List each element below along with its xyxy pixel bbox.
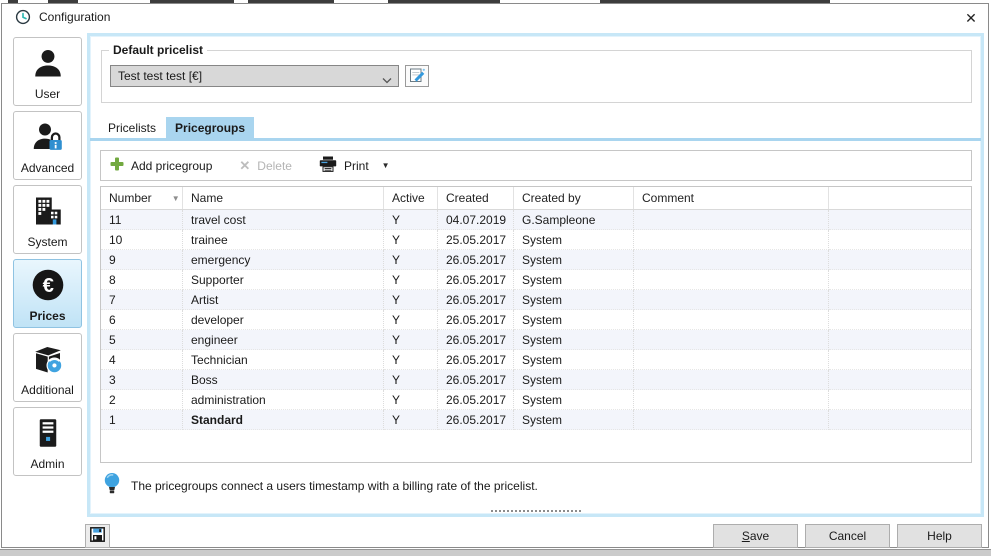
delete-label: Delete bbox=[257, 159, 292, 173]
resize-grip[interactable] bbox=[491, 510, 581, 512]
edit-pricelist-button[interactable] bbox=[405, 65, 429, 87]
box-cd-icon bbox=[14, 334, 81, 383]
background-window-artifact bbox=[0, 549, 991, 556]
table-body: 11 travel cost Y 04.07.2019 G.Sampleone … bbox=[101, 210, 971, 430]
configuration-dialog: Configuration ✕ User bbox=[1, 3, 989, 548]
sidebar-item-additional[interactable]: Additional bbox=[13, 333, 82, 402]
printer-icon bbox=[319, 156, 337, 175]
sidebar-item-label: User bbox=[35, 87, 60, 101]
plus-icon bbox=[110, 157, 124, 174]
euro-icon: € bbox=[14, 260, 81, 309]
tab-strip: Pricelists Pricegroups bbox=[90, 117, 981, 141]
table-row[interactable]: 8 Supporter Y 26.05.2017 System bbox=[101, 270, 971, 290]
groupbox-label: Default pricelist bbox=[109, 43, 207, 57]
column-header-created[interactable]: Created bbox=[438, 187, 514, 209]
user-lock-icon bbox=[14, 112, 81, 161]
print-button[interactable]: Print bbox=[319, 156, 369, 175]
clock-app-icon bbox=[15, 9, 31, 25]
server-tower-icon bbox=[14, 408, 81, 457]
sidebar-item-label: Additional bbox=[21, 383, 74, 397]
floppy-disk-icon bbox=[90, 527, 105, 545]
sort-desc-icon: ▼ bbox=[172, 194, 180, 203]
table-row[interactable]: 2 administration Y 26.05.2017 System bbox=[101, 390, 971, 410]
tab-pricelists[interactable]: Pricelists bbox=[99, 117, 165, 138]
cancel-button[interactable]: Cancel bbox=[805, 524, 890, 548]
pricegroups-table: Number ▼ Name Active Created Created by … bbox=[100, 186, 972, 463]
quick-save-button[interactable] bbox=[85, 524, 110, 548]
add-pricegroup-button[interactable]: Add pricegroup bbox=[110, 157, 212, 174]
table-row[interactable]: 6 developer Y 26.05.2017 System bbox=[101, 310, 971, 330]
building-icon bbox=[14, 186, 81, 235]
window-title: Configuration bbox=[39, 10, 110, 24]
info-text: The pricegroups connect a users timestam… bbox=[131, 479, 538, 493]
column-header-filler bbox=[829, 187, 971, 209]
sidebar-item-label: Prices bbox=[29, 309, 65, 323]
save-button[interactable]: Save bbox=[713, 524, 798, 548]
table-header: Number ▼ Name Active Created Created by … bbox=[101, 187, 971, 210]
column-header-active[interactable]: Active bbox=[384, 187, 438, 209]
combo-value: Test test test [€] bbox=[118, 69, 202, 83]
sidebar: User Advanced bbox=[13, 37, 82, 481]
sidebar-item-label: Admin bbox=[30, 457, 64, 471]
default-pricelist-select[interactable]: Test test test [€] bbox=[110, 65, 399, 87]
table-row[interactable]: 3 Boss Y 26.05.2017 System bbox=[101, 370, 971, 390]
column-header-comment[interactable]: Comment bbox=[634, 187, 829, 209]
svg-text:€: € bbox=[42, 275, 53, 297]
title-bar: Configuration bbox=[2, 4, 988, 30]
column-header-created-by[interactable]: Created by bbox=[514, 187, 634, 209]
print-label: Print bbox=[344, 159, 369, 173]
close-icon[interactable]: ✕ bbox=[959, 8, 983, 28]
user-icon bbox=[14, 38, 81, 87]
table-row[interactable]: 7 Artist Y 26.05.2017 System bbox=[101, 290, 971, 310]
sidebar-item-label: System bbox=[27, 235, 67, 249]
content-panel: Default pricelist Test test test [€] bbox=[87, 33, 984, 517]
sidebar-item-label: Advanced bbox=[21, 161, 74, 175]
tab-pricegroups[interactable]: Pricegroups bbox=[166, 117, 254, 138]
delete-x-icon: ✕ bbox=[239, 158, 250, 174]
help-button[interactable]: Help bbox=[897, 524, 982, 548]
sidebar-item-advanced[interactable]: Advanced bbox=[13, 111, 82, 180]
delete-button[interactable]: ✕ Delete bbox=[239, 158, 292, 174]
add-pricegroup-label: Add pricegroup bbox=[131, 159, 212, 173]
table-row[interactable]: 10 trainee Y 25.05.2017 System bbox=[101, 230, 971, 250]
dialog-buttons: Save Cancel Help bbox=[713, 524, 982, 548]
print-menu-caret-icon[interactable]: ▼ bbox=[382, 161, 390, 170]
sidebar-item-user[interactable]: User bbox=[13, 37, 82, 106]
chevron-down-icon bbox=[382, 73, 392, 87]
default-pricelist-groupbox: Default pricelist Test test test [€] bbox=[101, 50, 972, 103]
edit-note-icon bbox=[409, 66, 426, 86]
footer-bar: Save Cancel Help bbox=[2, 521, 988, 549]
column-header-name[interactable]: Name bbox=[183, 187, 384, 209]
table-row[interactable]: 9 emergency Y 26.05.2017 System bbox=[101, 250, 971, 270]
sidebar-item-prices[interactable]: € Prices bbox=[13, 259, 82, 328]
table-row[interactable]: 11 travel cost Y 04.07.2019 G.Sampleone bbox=[101, 210, 971, 230]
sidebar-item-admin[interactable]: Admin bbox=[13, 407, 82, 476]
pricegroups-toolbar: Add pricegroup ✕ Delete Print bbox=[100, 150, 972, 181]
table-row[interactable]: 1 Standard Y 26.05.2017 System bbox=[101, 410, 971, 430]
table-row[interactable]: 5 engineer Y 26.05.2017 System bbox=[101, 330, 971, 350]
sidebar-item-system[interactable]: System bbox=[13, 185, 82, 254]
column-header-number[interactable]: Number ▼ bbox=[101, 187, 183, 209]
info-row: The pricegroups connect a users timestam… bbox=[103, 472, 981, 499]
lightbulb-icon bbox=[103, 472, 121, 499]
table-row[interactable]: 4 Technician Y 26.05.2017 System bbox=[101, 350, 971, 370]
